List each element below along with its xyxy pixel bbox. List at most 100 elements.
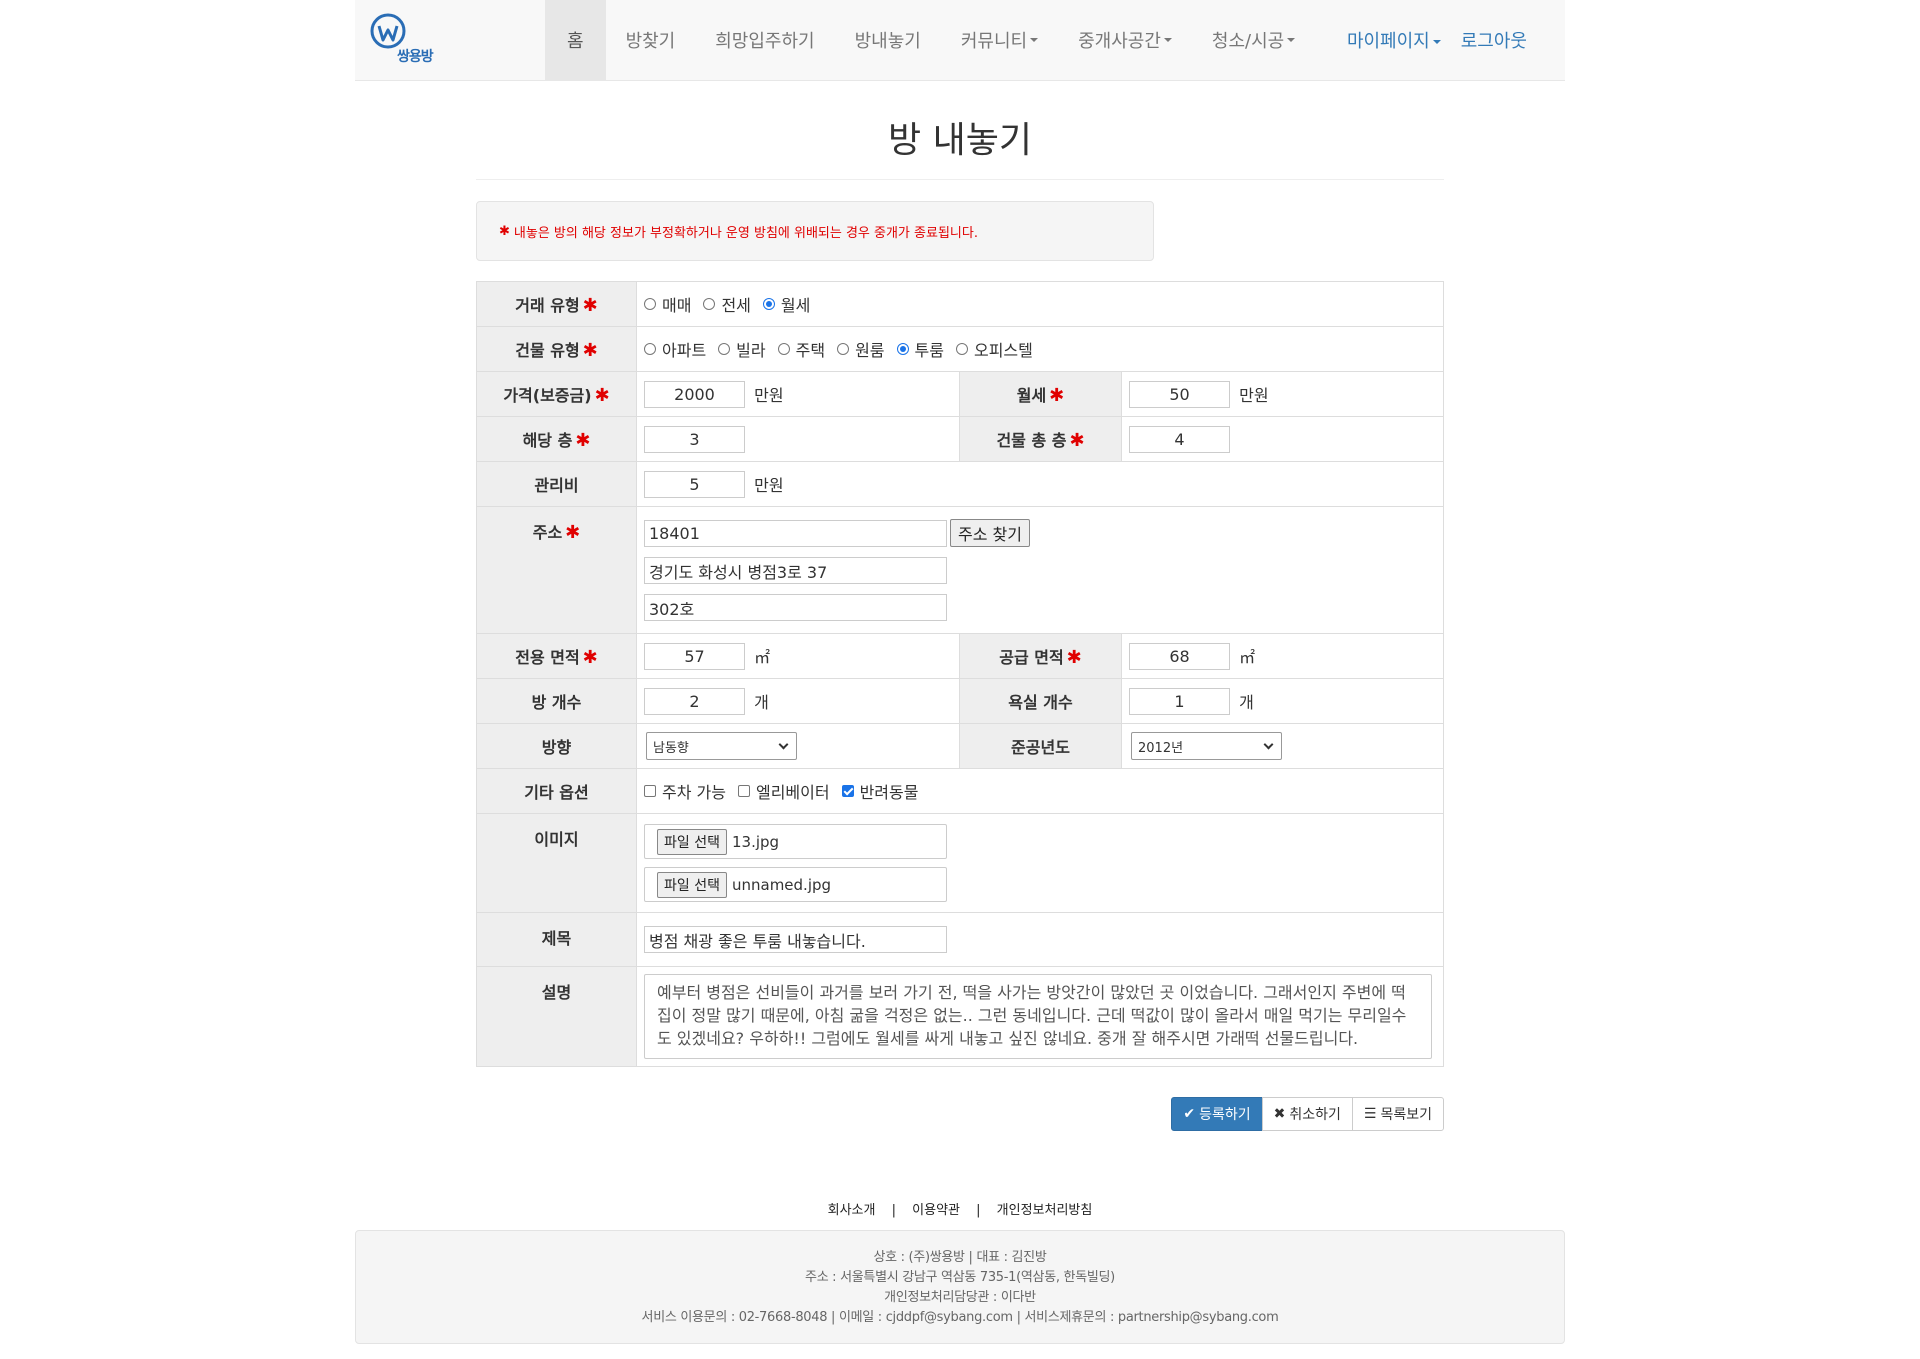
find-address-button[interactable]: 주소 찾기: [950, 519, 1030, 547]
asterisk-icon: ✱: [499, 223, 510, 239]
radio-trade-sale[interactable]: 매매: [644, 292, 691, 316]
footer-link-company[interactable]: 회사소개: [828, 1203, 876, 1218]
nav-find-room-label: 방찾기: [625, 31, 676, 52]
nav-list-room[interactable]: 방내놓기: [835, 0, 941, 80]
radio-building-villa[interactable]: 빌라: [718, 337, 766, 361]
file-input-2[interactable]: 파일 선택 unnamed.jpg: [644, 867, 947, 902]
radio-building-oneroom[interactable]: 원룸: [837, 337, 885, 361]
nav-home[interactable]: 홈: [545, 0, 606, 80]
file-input-1[interactable]: 파일 선택 13.jpg: [644, 824, 947, 859]
supply-area-input[interactable]: [1129, 642, 1230, 670]
label-text: 건물 유형: [515, 341, 580, 360]
footer-line-privacy-officer: 개인정보처리담당관 : 이다반: [884, 1290, 1036, 1305]
floor-field: [636, 416, 960, 462]
checkbox-parking[interactable]: 주차 가능: [644, 779, 726, 803]
file-select-button[interactable]: 파일 선택: [657, 871, 727, 898]
nav-cleaning[interactable]: 청소/시공: [1192, 0, 1315, 80]
nav-agent-space[interactable]: 중개사공간: [1058, 0, 1192, 80]
label-text: 월세: [1016, 386, 1047, 405]
row-building-type: 건물 유형 ✱ 아파트 빌라 주택 원룸 투룸 오피스텔: [476, 326, 1444, 372]
direction-select[interactable]: 남동향: [646, 732, 797, 760]
divider: |: [976, 1203, 981, 1218]
checkbox-elevator[interactable]: 엘리베이터: [737, 779, 830, 803]
row-description: 설명 예부터 병점은 선비들이 과거를 보러 가기 전, 떡을 사가는 방앗간이…: [476, 966, 1444, 1067]
radio-building-tworoom[interactable]: 투룸: [896, 337, 944, 361]
label-text: 욕실 개수: [1008, 693, 1073, 712]
main-content: 방 내놓기 ✱ 내놓은 방의 해당 정보가 부정확하거나 운영 방침에 위배되는…: [476, 111, 1444, 1131]
chevron-down-icon: [1163, 38, 1172, 42]
user-nav: 마이페이지 로그아웃: [1327, 0, 1527, 80]
footer-line-address: 주소 : 서울특별시 강남구 역삼동 735-1(역삼동, 한독빌딩): [805, 1270, 1115, 1285]
road-address-input[interactable]: [644, 557, 947, 584]
subject-input[interactable]: [644, 926, 947, 953]
row-area: 전용 면적✱ ㎡ 공급 면적✱ ㎡: [476, 633, 1444, 679]
floor-input[interactable]: [644, 425, 745, 453]
bathrooms-field: 개: [1121, 678, 1444, 724]
row-rooms: 방 개수 개 욕실 개수 개: [476, 678, 1444, 724]
radio-building-officetel[interactable]: 오피스텔: [955, 337, 1033, 361]
row-price: 가격(보증금)✱ 만원 월세✱ 만원: [476, 371, 1444, 417]
radio-icon: [718, 343, 731, 355]
nav-mypage[interactable]: 마이페이지: [1347, 27, 1441, 53]
radio-building-apartment[interactable]: 아파트: [644, 337, 706, 361]
exclusive-area-input[interactable]: [644, 642, 745, 670]
checkbox-label: 주차 가능: [662, 783, 726, 802]
checkbox-pets[interactable]: 반려동물: [841, 779, 919, 803]
zipcode-input[interactable]: [644, 519, 947, 547]
label-text: 설명: [541, 983, 572, 1002]
nav-find-room[interactable]: 방찾기: [606, 0, 696, 80]
radio-icon: [955, 343, 968, 355]
nav-wish-move-in[interactable]: 희망입주하기: [695, 0, 834, 80]
required-icon: ✱: [575, 430, 591, 451]
nav-logout[interactable]: 로그아웃: [1461, 27, 1527, 53]
nav-community[interactable]: 커뮤니티: [941, 0, 1058, 80]
unit-label: 만원: [754, 386, 784, 405]
label-maintenance: 관리비: [476, 461, 637, 507]
list-button[interactable]: ☰ 목록보기: [1351, 1097, 1444, 1131]
nav-cleaning-label: 청소/시공: [1211, 31, 1285, 52]
file-name: 13.jpg: [731, 832, 780, 851]
chevron-down-icon: [1432, 40, 1441, 44]
deposit-input[interactable]: [644, 380, 745, 408]
description-textarea[interactable]: 예부터 병점은 선비들이 과거를 보러 가기 전, 떡을 사가는 방앗간이 많았…: [644, 974, 1432, 1059]
row-trade-type: 거래 유형 ✱ 매매 전세 월세: [476, 281, 1444, 327]
checkbox-label: 반려동물: [859, 783, 919, 802]
cancel-button[interactable]: ✖ 취소하기: [1261, 1097, 1353, 1131]
footer-link-terms[interactable]: 이용약관: [912, 1203, 960, 1218]
building-type-field: 아파트 빌라 주택 원룸 투룸 오피스텔: [636, 326, 1444, 372]
label-text: 제목: [541, 929, 572, 948]
radio-label: 원룸: [855, 341, 885, 360]
nav-agent-space-label: 중개사공간: [1078, 31, 1161, 52]
maintenance-input[interactable]: [644, 470, 745, 498]
detail-address-input[interactable]: [644, 594, 947, 621]
built-year-select[interactable]: 2012년: [1131, 732, 1282, 760]
main-nav: 홈 방찾기 희망입주하기 방내놓기 커뮤니티 중개사공간 청소/시공: [545, 0, 1315, 80]
radio-building-house[interactable]: 주택: [777, 337, 825, 361]
footer-link-privacy[interactable]: 개인정보처리방침: [997, 1203, 1093, 1218]
check-icon: ✔: [1183, 1106, 1196, 1122]
unit-label: 개: [754, 693, 769, 712]
radio-icon: [644, 298, 656, 310]
total-floor-input[interactable]: [1129, 425, 1230, 453]
label-options: 기타 옵션: [476, 768, 637, 814]
radio-trade-monthly[interactable]: 월세: [762, 292, 810, 316]
options-field: 주차 가능 엘리베이터 반려동물: [636, 768, 1444, 814]
monthly-input[interactable]: [1129, 380, 1230, 408]
unit-label: 만원: [754, 476, 784, 495]
radio-label: 오피스텔: [973, 341, 1033, 360]
radio-trade-jeonse[interactable]: 전세: [703, 292, 751, 316]
checkbox-icon: [737, 785, 750, 797]
nav-home-label: 홈: [567, 31, 584, 52]
file-select-button[interactable]: 파일 선택: [657, 828, 727, 855]
brand-logo[interactable]: 쌍용방: [355, 0, 545, 80]
notice-text: 내놓은 방의 해당 정보가 부정확하거나 운영 방침에 위배되는 경우 중개가 …: [513, 225, 978, 241]
label-direction: 방향: [476, 723, 637, 769]
bathrooms-input[interactable]: [1129, 687, 1230, 715]
label-bathrooms: 욕실 개수: [959, 678, 1122, 724]
form-actions: ✔ 등록하기 ✖ 취소하기 ☰ 목록보기: [476, 1097, 1444, 1131]
label-description: 설명: [476, 966, 637, 1067]
file-name: unnamed.jpg: [731, 875, 832, 894]
register-button[interactable]: ✔ 등록하기: [1171, 1097, 1263, 1131]
label-supply-area: 공급 면적 ✱: [959, 633, 1122, 679]
rooms-input[interactable]: [644, 687, 745, 715]
